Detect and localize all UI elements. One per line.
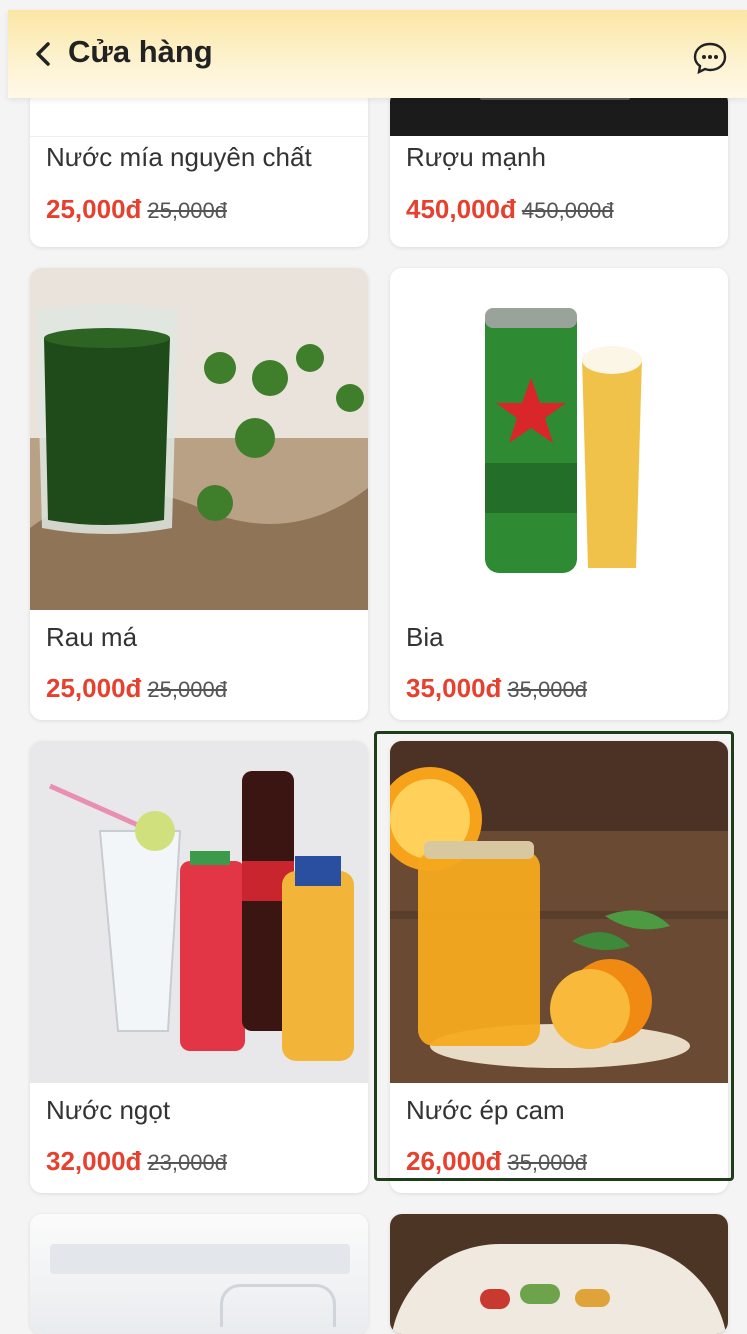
- product-old-price: 23,000đ: [147, 1150, 227, 1175]
- product-image: [390, 1214, 728, 1334]
- product-image: [30, 741, 368, 1083]
- product-name: Nước ép cam: [406, 1095, 565, 1125]
- product-name: Rượu mạnh: [406, 142, 546, 172]
- app-header: Cửa hàng: [8, 10, 747, 98]
- product-price: 25,000đ: [46, 194, 142, 224]
- price-row: 26,000đ 35,000đ: [406, 1146, 587, 1177]
- chat-bubble-icon: [693, 42, 727, 75]
- product-image: [390, 741, 728, 1083]
- product-card[interactable]: [390, 1214, 728, 1334]
- page-title: Cửa hàng: [68, 34, 213, 69]
- price-row: 450,000đ 450,000đ: [406, 194, 614, 225]
- product-price: 26,000đ: [406, 1146, 502, 1176]
- product-card[interactable]: Nước ngọt 32,000đ 23,000đ: [30, 741, 368, 1193]
- product-card[interactable]: Nước mía nguyên chất 25,000đ 25,000đ: [30, 90, 368, 247]
- product-old-price: 35,000đ: [507, 677, 587, 702]
- product-name: Rau má: [46, 622, 138, 652]
- chevron-left-icon: [36, 42, 50, 66]
- product-old-price: 25,000đ: [147, 677, 227, 702]
- product-card[interactable]: Bia 35,000đ 35,000đ: [390, 268, 728, 720]
- price-row: 25,000đ 25,000đ: [46, 673, 227, 704]
- price-row: 25,000đ 25,000đ: [46, 194, 227, 225]
- chat-button[interactable]: [692, 40, 728, 76]
- product-price: 450,000đ: [406, 194, 516, 224]
- product-price: 35,000đ: [406, 673, 502, 703]
- product-old-price: 35,000đ: [507, 1150, 587, 1175]
- product-old-price: 25,000đ: [147, 198, 227, 223]
- product-price: 32,000đ: [46, 1146, 142, 1176]
- product-name: Bia: [406, 622, 444, 652]
- product-image: [30, 1214, 368, 1334]
- product-card[interactable]: Rượu mạnh 450,000đ 450,000đ: [390, 90, 728, 247]
- price-row: 35,000đ 35,000đ: [406, 673, 587, 704]
- product-card[interactable]: Rau má 25,000đ 25,000đ: [30, 268, 368, 720]
- product-card[interactable]: Nước ép cam 26,000đ 35,000đ: [390, 741, 728, 1193]
- product-name: Nước ngọt: [46, 1095, 171, 1125]
- product-price: 25,000đ: [46, 673, 142, 703]
- back-button[interactable]: [32, 40, 54, 68]
- product-image: [30, 268, 368, 610]
- product-image: [390, 268, 728, 610]
- product-name: Nước mía nguyên chất: [46, 142, 312, 172]
- product-card[interactable]: [30, 1214, 368, 1334]
- product-old-price: 450,000đ: [521, 198, 614, 223]
- price-row: 32,000đ 23,000đ: [46, 1146, 227, 1177]
